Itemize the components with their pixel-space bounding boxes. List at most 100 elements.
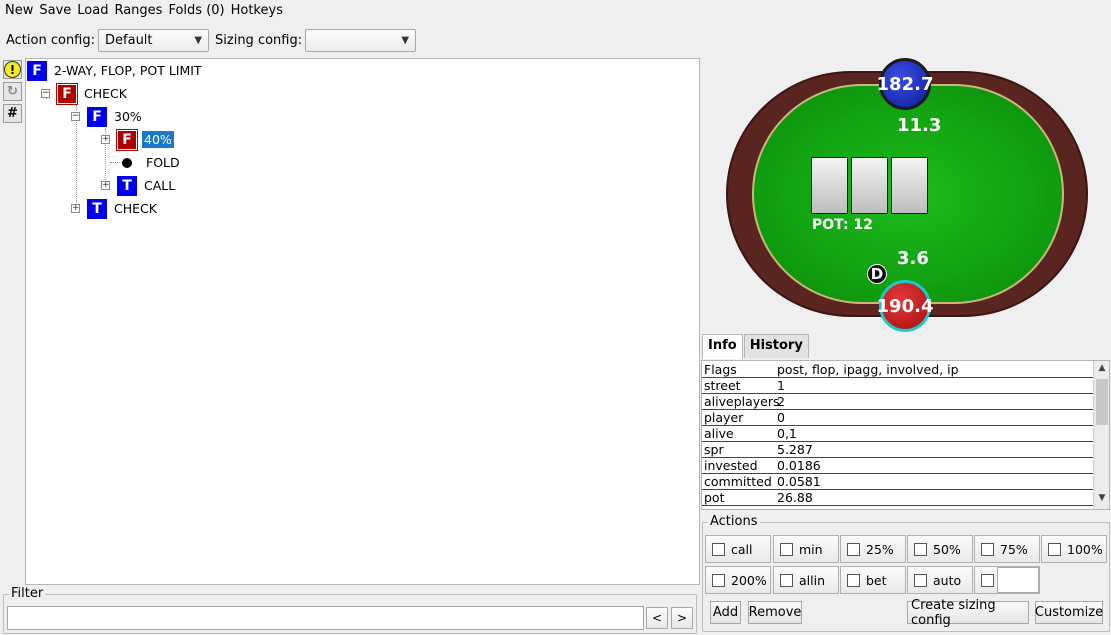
- info-value: 2: [777, 394, 785, 409]
- tree-node-fold[interactable]: FOLD: [117, 152, 182, 173]
- config-row: Action config: Default ▼ Sizing config: …: [0, 28, 417, 53]
- filter-input[interactable]: [7, 606, 644, 630]
- node-label-selected: 40%: [142, 131, 174, 148]
- info-key: street: [704, 378, 741, 393]
- action-label: 200%: [731, 572, 767, 588]
- expand-icon[interactable]: +: [101, 135, 110, 144]
- action-75[interactable]: 75%: [974, 535, 1040, 563]
- refresh-button[interactable]: ↻: [3, 82, 22, 101]
- info-value: 0.0186: [777, 458, 821, 473]
- action-bet[interactable]: bet: [840, 566, 906, 594]
- collapse-icon[interactable]: −: [71, 112, 80, 121]
- hash-button[interactable]: #: [3, 104, 22, 123]
- action-min[interactable]: min: [773, 535, 839, 563]
- info-key: committed: [704, 474, 772, 489]
- menu-save[interactable]: Save: [36, 1, 74, 21]
- filter-prev-button[interactable]: <: [646, 607, 668, 629]
- menu-folds[interactable]: Folds (0): [165, 1, 227, 21]
- checkbox[interactable]: [981, 573, 994, 587]
- collapse-icon[interactable]: −: [41, 89, 50, 98]
- checkbox[interactable]: [847, 573, 860, 587]
- tab-history[interactable]: History: [743, 334, 809, 358]
- chevron-down-icon[interactable]: ▼: [1094, 493, 1109, 507]
- create-sizing-config-button[interactable]: Create sizing config: [907, 598, 1029, 628]
- board-card: [811, 157, 848, 214]
- remove-button[interactable]: Remove: [748, 601, 802, 624]
- add-button[interactable]: Add: [710, 601, 741, 624]
- node-label: CHECK: [84, 86, 127, 101]
- tree-node-call[interactable]: T CALL: [117, 175, 177, 196]
- checkbox[interactable]: [914, 573, 927, 587]
- menu-hotkeys[interactable]: Hotkeys: [228, 1, 286, 21]
- action-config-value: Default: [105, 33, 153, 48]
- info-scrollbar[interactable]: ▲ ▼: [1093, 361, 1109, 509]
- info-value: 0: [777, 410, 785, 425]
- action-label: min: [799, 541, 823, 557]
- node-badge: F: [56, 82, 78, 105]
- checkbox[interactable]: [914, 542, 927, 556]
- menu-load[interactable]: Load: [74, 1, 111, 21]
- info-value: 5.287: [777, 442, 813, 457]
- info-key: player: [704, 410, 744, 425]
- checkbox[interactable]: [712, 542, 725, 556]
- expand-icon[interactable]: +: [101, 181, 110, 190]
- expand-icon[interactable]: +: [71, 204, 80, 213]
- action-auto[interactable]: auto: [907, 566, 973, 594]
- checkbox[interactable]: [780, 573, 793, 587]
- info-value: post, flop, ipagg, involved, ip: [777, 362, 959, 377]
- checkbox[interactable]: [1048, 542, 1061, 556]
- checkbox[interactable]: [847, 542, 860, 556]
- info-value: 0,1: [777, 426, 797, 441]
- menu-new[interactable]: New: [2, 1, 36, 21]
- top-player-bet: 11.3: [897, 115, 942, 136]
- tree-node-bet-30[interactable]: F 30%: [87, 106, 144, 127]
- chevron-down-icon: ▼: [194, 35, 203, 46]
- action-call[interactable]: call: [705, 535, 771, 563]
- node-label: FOLD: [146, 155, 180, 170]
- filter-group: Filter < >: [3, 586, 697, 634]
- node-label: CALL: [144, 178, 176, 193]
- chevron-up-icon[interactable]: ▲: [1094, 363, 1109, 377]
- action-50[interactable]: 50%: [907, 535, 973, 563]
- tree-node-raise-40[interactable]: F 40%: [116, 128, 174, 151]
- info-value: 26.88: [777, 490, 813, 505]
- action-label: 100%: [1067, 541, 1103, 557]
- chevron-down-icon: ▼: [401, 35, 410, 46]
- bottom-player-stack[interactable]: 190.4: [877, 280, 933, 332]
- info-table: Flags post, flop, ipagg, involved, ip str…: [701, 360, 1110, 510]
- node-badge: F: [116, 128, 138, 151]
- action-100[interactable]: 100%: [1041, 535, 1107, 563]
- checkbox[interactable]: [780, 542, 793, 556]
- checkbox[interactable]: [712, 573, 725, 587]
- sizing-config-select[interactable]: ▼: [305, 29, 417, 52]
- customize-button[interactable]: Customize: [1035, 601, 1103, 624]
- tree-node-check[interactable]: F CHECK: [56, 82, 129, 105]
- table-row: alive 0,1: [702, 426, 1093, 442]
- action-allin[interactable]: allin: [773, 566, 839, 594]
- action-config-label: Action config:: [6, 33, 96, 48]
- poker-table: 182.7 11.3 POT: 12 3.6 D 190.4: [722, 57, 1090, 332]
- action-200[interactable]: 200%: [705, 566, 771, 594]
- node-label: 2-WAY, FLOP, POT LIMIT: [54, 63, 202, 78]
- menu-ranges[interactable]: Ranges: [111, 1, 165, 21]
- info-key: invested: [704, 458, 758, 473]
- action-25[interactable]: 25%: [840, 535, 906, 563]
- tab-info[interactable]: Info: [702, 334, 743, 359]
- tree-node-check-2[interactable]: T CHECK: [87, 198, 159, 219]
- scrollbar-thumb[interactable]: [1096, 379, 1108, 425]
- tree-node-root[interactable]: F 2-WAY, FLOP, POT LIMIT: [27, 60, 204, 81]
- checkbox[interactable]: [981, 542, 994, 556]
- node-badge: T: [117, 175, 137, 196]
- info-value: 1: [777, 378, 785, 393]
- filter-next-button[interactable]: >: [671, 607, 693, 629]
- warning-button[interactable]: !: [3, 60, 22, 79]
- action-label: 75%: [1000, 541, 1028, 557]
- action-tree[interactable]: F 2-WAY, FLOP, POT LIMIT − F CHECK − F 3…: [25, 58, 700, 585]
- top-player-stack[interactable]: 182.7: [877, 58, 933, 110]
- action-config-select[interactable]: Default ▼: [98, 29, 210, 52]
- table-row: player 0: [702, 410, 1093, 426]
- action-label: call: [731, 541, 753, 557]
- info-value: 0.0581: [777, 474, 821, 489]
- table-row: Flags post, flop, ipagg, involved, ip: [702, 362, 1093, 378]
- custom-size-input[interactable]: [997, 567, 1039, 593]
